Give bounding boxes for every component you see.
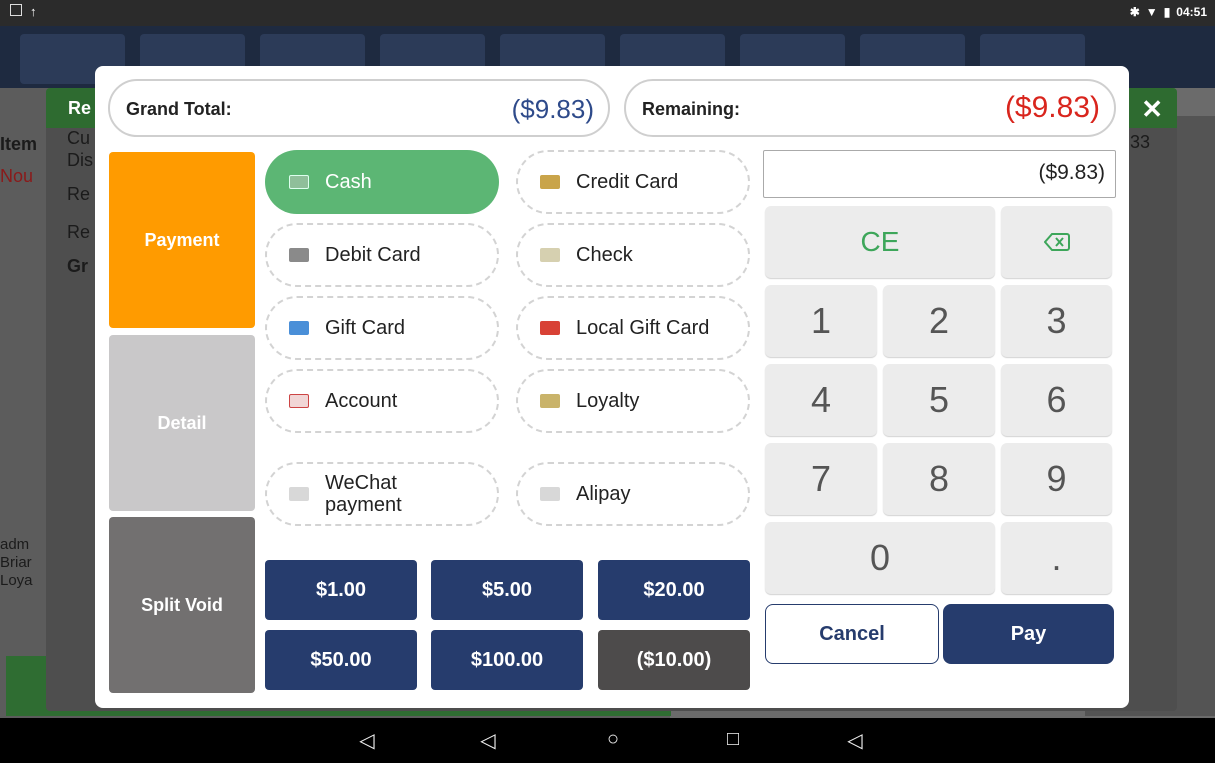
keypad-key-8[interactable]: 8: [883, 443, 995, 515]
credit-card-icon: [540, 175, 560, 189]
quick-amount-button[interactable]: $50.00: [265, 630, 417, 690]
keypad-key-1[interactable]: 1: [765, 285, 877, 357]
background-close-icon: ✕: [1141, 94, 1163, 124]
local-gift-card-icon: [540, 321, 560, 335]
backspace-button[interactable]: [1001, 206, 1112, 278]
tab-payment[interactable]: Payment: [109, 152, 255, 328]
payment-method-alipay[interactable]: Alipay: [516, 462, 750, 526]
pay-button[interactable]: Pay: [943, 604, 1114, 664]
quick-amount-button[interactable]: $20.00: [598, 560, 750, 620]
keypad-key-9[interactable]: 9: [1001, 443, 1112, 515]
payment-method-local-gift-card[interactable]: Local Gift Card: [516, 296, 750, 360]
background-dialog-title: Re: [68, 98, 92, 118]
cancel-button[interactable]: Cancel: [765, 604, 939, 664]
payment-method-label: Credit Card: [576, 171, 679, 193]
payment-dialog: Grand Total: ($9.83) Remaining: ($9.83) …: [95, 66, 1129, 708]
keypad-key-decimal[interactable]: .: [1001, 522, 1112, 594]
grand-total-value: ($9.83): [511, 94, 594, 124]
clear-entry-button[interactable]: CE: [765, 206, 995, 278]
quick-amount-button[interactable]: ($10.00): [598, 630, 750, 690]
payment-method-wechat[interactable]: WeChat payment: [265, 462, 499, 526]
bluetooth-icon: ✱: [1129, 5, 1140, 19]
background-text: Loya: [0, 572, 33, 589]
volume-up-icon[interactable]: ◁: [840, 728, 870, 753]
account-icon: [289, 394, 309, 408]
debit-card-icon: [289, 248, 309, 262]
quick-amount-button[interactable]: $5.00: [431, 560, 583, 620]
clock: 04:51: [1176, 5, 1207, 19]
volume-down-icon[interactable]: ◁: [352, 728, 382, 753]
payment-method-cash[interactable]: Cash: [265, 150, 499, 214]
payment-method-label: Account: [325, 390, 398, 412]
keypad-key-5[interactable]: 5: [883, 364, 995, 436]
recents-icon[interactable]: □: [718, 728, 748, 751]
tab-detail[interactable]: Detail: [109, 335, 255, 511]
keypad-key-6[interactable]: 6: [1001, 364, 1112, 436]
background-text: Briar: [0, 554, 32, 571]
background-text: adm: [0, 536, 30, 553]
amount-input[interactable]: ($9.83): [763, 150, 1116, 198]
keypad-key-7[interactable]: 7: [765, 443, 877, 515]
background-text: Dis: [67, 150, 93, 170]
payment-method-label: Alipay: [576, 483, 631, 505]
payment-method-label: WeChat payment: [325, 472, 402, 516]
payment-method-gift-card[interactable]: Gift Card: [265, 296, 499, 360]
payment-method-credit-card[interactable]: Credit Card: [516, 150, 750, 214]
quick-amount-button[interactable]: $100.00: [431, 630, 583, 690]
keypad-key-3[interactable]: 3: [1001, 285, 1112, 357]
grand-total-box: Grand Total: ($9.83): [108, 79, 610, 137]
keypad-key-0[interactable]: 0: [765, 522, 995, 594]
status-bar: ↑ ✱ ▼ ▮ 04:51: [0, 0, 1215, 26]
battery-icon: ▮: [1163, 5, 1171, 19]
payment-method-label: Gift Card: [325, 317, 406, 339]
cash-icon: [289, 175, 309, 189]
tab-payment-label: Payment: [144, 229, 220, 250]
home-icon[interactable]: ○: [598, 728, 628, 751]
payment-method-label: Cash: [325, 171, 372, 193]
screenshot-icon: [10, 4, 22, 16]
payment-method-loyalty[interactable]: Loyalty: [516, 369, 750, 433]
keypad-key-2[interactable]: 2: [883, 285, 995, 357]
quick-amount-button[interactable]: $1.00: [265, 560, 417, 620]
backspace-icon: [1043, 233, 1070, 251]
payment-method-account[interactable]: Account: [265, 369, 499, 433]
payment-method-label: Loyalty: [576, 390, 640, 412]
background-text: Cu: [67, 128, 91, 148]
remaining-label: Remaining:: [642, 99, 741, 119]
remaining-box: Remaining: ($9.83): [624, 79, 1116, 137]
back-icon[interactable]: ◁: [473, 728, 503, 753]
wechat-icon: [289, 487, 309, 501]
upload-icon: ↑: [30, 4, 37, 19]
tab-split-void[interactable]: Split Void: [109, 517, 255, 693]
check-icon: [540, 248, 560, 262]
wifi-icon: ▼: [1145, 5, 1158, 19]
background-text: 33: [1130, 132, 1151, 152]
payment-method-debit-card[interactable]: Debit Card: [265, 223, 499, 287]
tab-detail-label: Detail: [157, 412, 207, 433]
payment-method-label: Local Gift Card: [576, 317, 710, 339]
background-text: Item: [0, 134, 38, 154]
background-text: Re: [67, 184, 91, 204]
remaining-value: ($9.83): [1004, 91, 1100, 124]
alipay-icon: [540, 487, 560, 501]
gift-card-icon: [289, 321, 309, 335]
payment-method-label: Debit Card: [325, 244, 421, 266]
tab-split-void-label: Split Void: [141, 594, 223, 615]
navigation-bar: ◁ ◁ ○ □ ◁: [0, 718, 1215, 763]
payment-method-check[interactable]: Check: [516, 223, 750, 287]
loyalty-icon: [540, 394, 560, 408]
background-text: Nou: [0, 166, 34, 186]
keypad-key-4[interactable]: 4: [765, 364, 877, 436]
background-text: Gr: [67, 256, 89, 276]
background-text: Re: [67, 222, 91, 242]
payment-method-label: Check: [576, 244, 633, 266]
grand-total-label: Grand Total:: [126, 99, 232, 119]
